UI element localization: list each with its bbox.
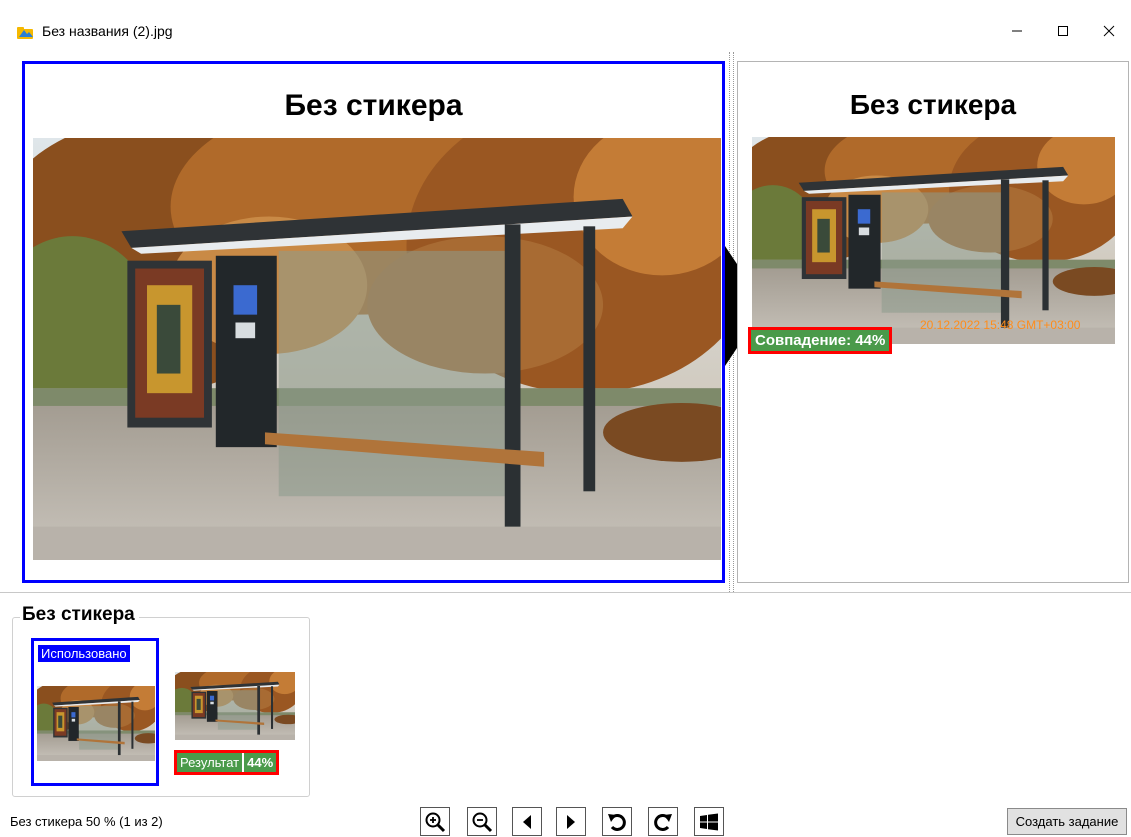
maximize-button[interactable] bbox=[1040, 14, 1086, 48]
photo-viewer-icon bbox=[16, 24, 34, 40]
close-icon bbox=[1103, 25, 1115, 37]
close-button[interactable] bbox=[1086, 14, 1131, 48]
panel-title: Без стикера bbox=[849, 89, 1017, 120]
selected-image-panel[interactable]: Без стикера bbox=[22, 61, 725, 583]
bus-stop-photo bbox=[33, 138, 721, 560]
zoom-in-button[interactable] bbox=[420, 807, 450, 836]
maximize-icon bbox=[1058, 26, 1068, 36]
windows-button[interactable] bbox=[694, 807, 724, 836]
thumbnail-image bbox=[37, 686, 155, 761]
rotate-right-button[interactable] bbox=[648, 807, 678, 836]
minimize-button[interactable] bbox=[994, 14, 1040, 48]
create-task-button[interactable]: Создать задание bbox=[1007, 808, 1127, 835]
used-badge: Использовано bbox=[38, 645, 130, 662]
status-text: Без стикера 50 % (1 из 2) bbox=[10, 814, 163, 829]
result-label: Результат bbox=[180, 755, 240, 770]
previous-icon bbox=[523, 814, 531, 829]
panel-title: Без стикера bbox=[284, 89, 463, 122]
window-title: Без названия (2).jpg bbox=[42, 23, 173, 39]
divider bbox=[0, 592, 1131, 593]
title-bar: Без названия (2).jpg bbox=[0, 0, 1131, 52]
zoom-out-icon bbox=[472, 812, 493, 832]
result-percent: 44% bbox=[242, 753, 276, 772]
thumbnail-result[interactable] bbox=[175, 672, 295, 740]
next-icon bbox=[567, 814, 575, 829]
zoom-out-button[interactable] bbox=[467, 807, 497, 836]
thumbnail-used[interactable]: Использовано bbox=[31, 638, 159, 786]
zoom-in-icon bbox=[425, 812, 446, 832]
match-badge: Совпадение: 44% bbox=[748, 327, 893, 354]
photo-timestamp: 20.12.2022 15:48 GMT+03:00 bbox=[920, 318, 1081, 332]
result-badge: Результат 44% bbox=[174, 750, 280, 775]
group-title: Без стикера bbox=[20, 604, 139, 626]
next-button[interactable] bbox=[556, 807, 586, 836]
rotate-left-icon bbox=[608, 813, 626, 831]
result-photo bbox=[752, 137, 1115, 344]
windows-icon bbox=[700, 813, 718, 830]
rotate-right-icon bbox=[654, 813, 672, 831]
rotate-left-button[interactable] bbox=[602, 807, 632, 836]
previous-button[interactable] bbox=[512, 807, 542, 836]
minimize-icon bbox=[1012, 30, 1022, 32]
